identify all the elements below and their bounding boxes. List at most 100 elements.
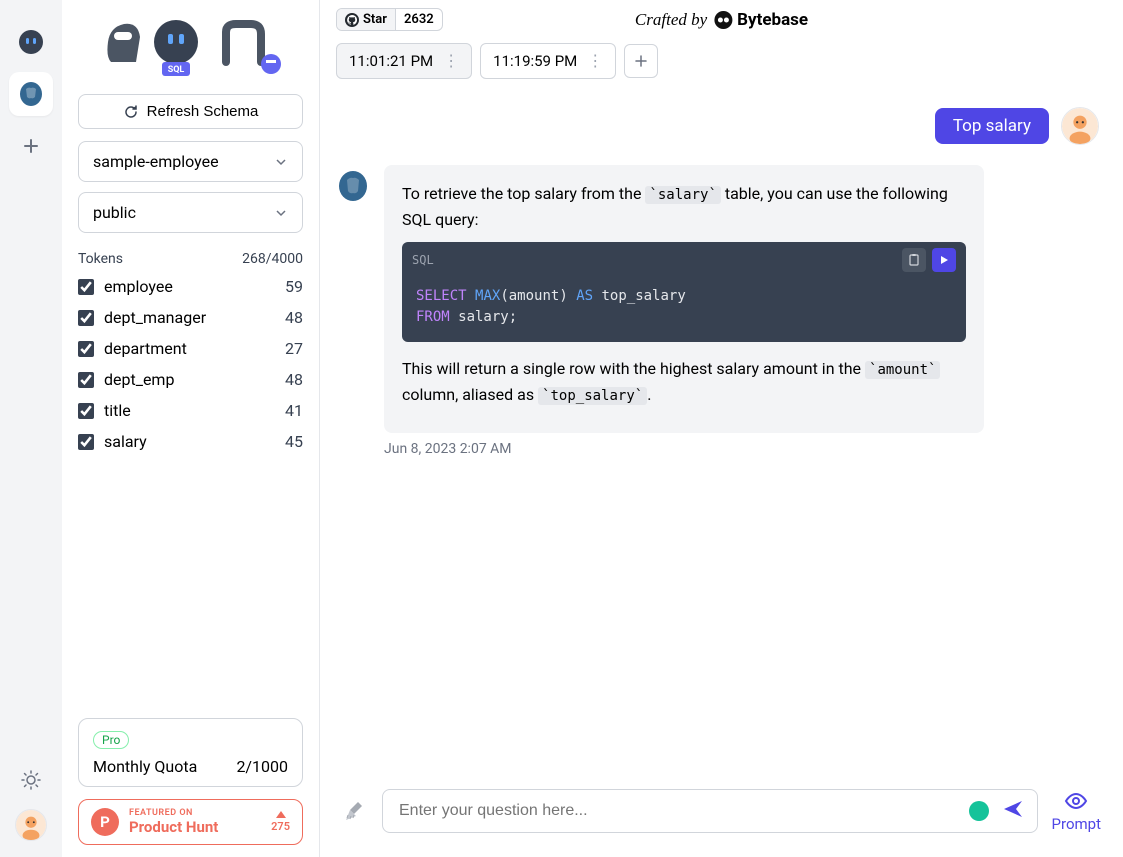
tab-label: 11:19:59 PM: [493, 52, 577, 70]
question-input[interactable]: [399, 802, 987, 820]
topbar: Star 2632 Crafted by Bytebase: [320, 0, 1123, 39]
table-checkbox[interactable]: [78, 403, 94, 419]
rail-user-avatar[interactable]: [15, 809, 47, 841]
table-checkbox[interactable]: [78, 310, 94, 326]
tab-label: 11:01:21 PM: [349, 52, 433, 70]
refresh-schema-button[interactable]: Refresh Schema: [78, 94, 303, 129]
svg-text:SQL: SQL: [167, 65, 184, 75]
eye-icon: [1064, 789, 1088, 813]
inline-code: `salary`: [645, 186, 720, 204]
table-row[interactable]: department 27: [78, 335, 303, 362]
table-name: employee: [104, 277, 173, 296]
crafted-by: Crafted by Bytebase: [635, 10, 808, 30]
plus-icon: [633, 53, 649, 69]
product-hunt-badge[interactable]: P FEATURED ON Product Hunt 275: [78, 799, 303, 845]
upvote-icon: [276, 811, 286, 818]
table-row[interactable]: dept_emp 48: [78, 366, 303, 393]
user-avatar: [1061, 107, 1099, 145]
quota-value: 2/1000: [236, 757, 288, 776]
table-checkbox[interactable]: [78, 341, 94, 357]
input-box: [382, 789, 1038, 833]
main-panel: Star 2632 Crafted by Bytebase 11:01:21 P…: [320, 0, 1123, 857]
product-hunt-icon: P: [91, 808, 119, 836]
code-content: SELECT MAX(amount) AS top_salary FROM sa…: [402, 278, 966, 342]
left-rail: [0, 0, 62, 857]
copy-code-button[interactable]: [902, 248, 926, 272]
table-checkbox[interactable]: [78, 279, 94, 295]
tokens-label: Tokens: [78, 251, 123, 267]
table-count: 48: [285, 370, 303, 389]
tokens-value: 268/4000: [242, 251, 303, 267]
table-name: department: [104, 339, 187, 358]
prompt-button[interactable]: Prompt: [1052, 789, 1101, 833]
pro-badge: Pro: [93, 731, 129, 749]
refresh-label: Refresh Schema: [147, 103, 259, 120]
tab-menu-icon[interactable]: ⋮: [443, 53, 459, 69]
input-row: Prompt: [320, 777, 1123, 857]
table-row[interactable]: dept_manager 48: [78, 304, 303, 331]
bytebase-icon: [713, 10, 733, 30]
send-button[interactable]: [1001, 797, 1025, 825]
user-message-bubble: Top salary: [935, 108, 1049, 144]
github-star-badge[interactable]: Star 2632: [336, 8, 443, 31]
inline-code: `amount`: [865, 361, 940, 379]
table-count: 59: [285, 277, 303, 296]
send-icon: [1001, 797, 1025, 821]
bot-message-bubble: To retrieve the top salary from the `sal…: [384, 165, 984, 433]
rail-postgres-icon[interactable]: [9, 72, 53, 116]
sun-icon: [20, 769, 42, 791]
ph-featured-text: FEATURED ON: [129, 808, 261, 818]
rail-bot-icon[interactable]: [9, 20, 53, 64]
schema-select[interactable]: public: [78, 192, 303, 233]
add-tab-button[interactable]: [624, 44, 658, 78]
grammarly-icon[interactable]: [969, 801, 989, 821]
chat-area: Top salary To retrieve the top salary fr…: [320, 91, 1123, 777]
table-list: employee 59 dept_manager 48 department 27 dept…: [78, 273, 303, 455]
table-count: 48: [285, 308, 303, 327]
run-code-button[interactable]: [932, 248, 956, 272]
theme-toggle[interactable]: [20, 769, 42, 795]
star-label: Star: [363, 12, 387, 27]
star-count: 2632: [396, 9, 442, 30]
table-row[interactable]: title 41: [78, 397, 303, 424]
ph-name: Product Hunt: [129, 818, 261, 836]
play-icon: [938, 254, 950, 266]
table-name: title: [104, 401, 131, 420]
table-checkbox[interactable]: [78, 372, 94, 388]
tab-menu-icon[interactable]: ⋮: [587, 53, 603, 69]
plus-icon: [21, 136, 41, 156]
bot-message-row: To retrieve the top salary from the `sal…: [336, 165, 1099, 433]
table-checkbox[interactable]: [78, 434, 94, 450]
table-count: 45: [285, 432, 303, 451]
crafted-brand: Bytebase: [737, 10, 808, 30]
table-name: dept_manager: [104, 308, 206, 327]
code-language-label: SQL: [412, 251, 434, 270]
ph-votes: 275: [271, 820, 290, 833]
code-block: SQL SELECT MAX(amount) AS top_salary FR: [402, 242, 966, 342]
schema-label: public: [93, 203, 136, 222]
table-row[interactable]: employee 59: [78, 273, 303, 300]
refresh-icon: [123, 104, 139, 120]
table-name: salary: [104, 432, 147, 451]
chevron-down-icon: [274, 206, 288, 220]
prompt-label: Prompt: [1052, 815, 1101, 833]
broom-icon: [342, 798, 368, 824]
database-select[interactable]: sample-employee: [78, 141, 303, 182]
database-label: sample-employee: [93, 152, 219, 171]
rail-add-button[interactable]: [9, 124, 53, 168]
tabs-row: 11:01:21 PM ⋮ 11:19:59 PM ⋮: [320, 39, 1123, 91]
app-logo: SQL: [78, 12, 303, 84]
conversation-tab[interactable]: 11:19:59 PM ⋮: [480, 43, 616, 79]
table-name: dept_emp: [104, 370, 174, 389]
quota-box: Pro Monthly Quota 2/1000: [78, 718, 303, 787]
user-message-row: Top salary: [336, 107, 1099, 145]
message-timestamp: Jun 8, 2023 2:07 AM: [384, 441, 1099, 457]
clear-chat-button[interactable]: [342, 798, 368, 824]
chevron-down-icon: [274, 155, 288, 169]
table-row[interactable]: salary 45: [78, 428, 303, 455]
sidebar: SQL Refresh Schema sample-employee publi…: [62, 0, 320, 857]
table-count: 41: [285, 401, 303, 420]
clipboard-icon: [907, 253, 921, 267]
table-count: 27: [285, 339, 303, 358]
conversation-tab[interactable]: 11:01:21 PM ⋮: [336, 43, 472, 79]
